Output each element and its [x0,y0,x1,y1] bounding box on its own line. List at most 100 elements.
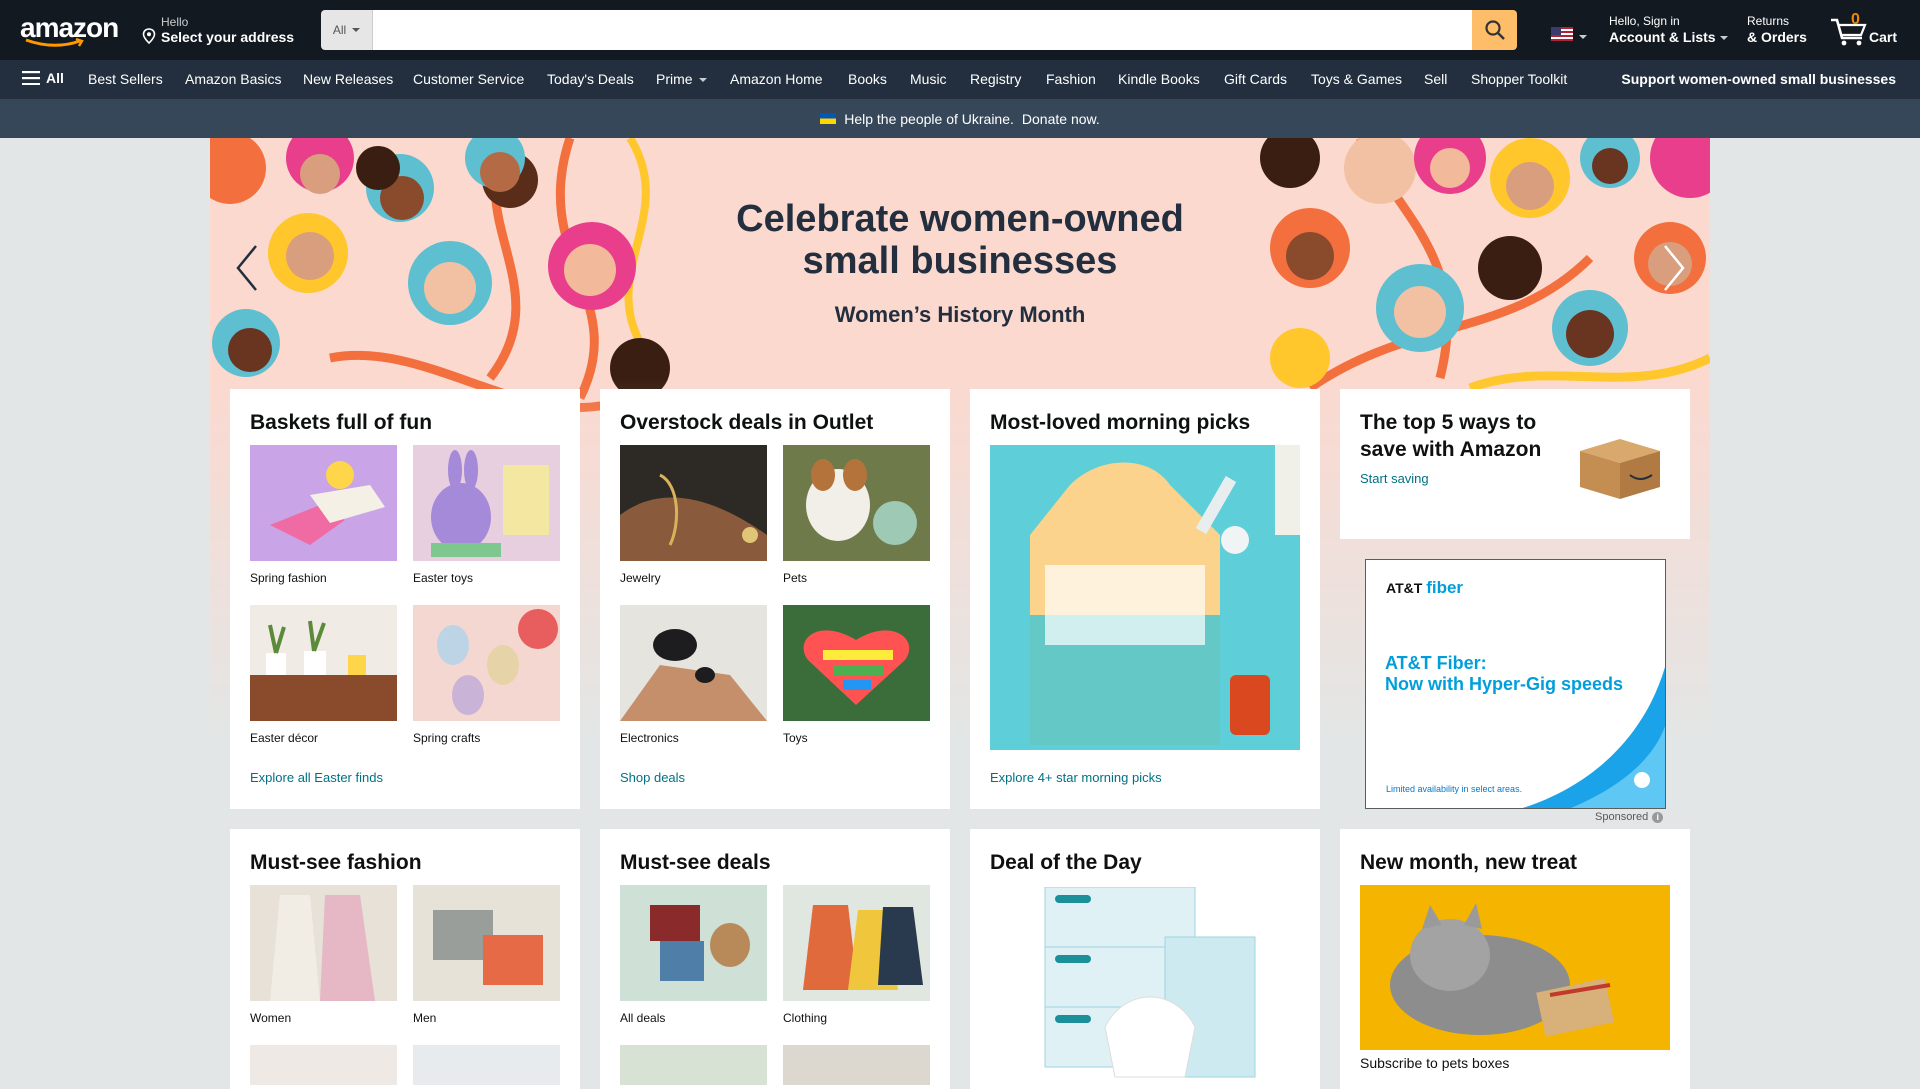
pets-box-caption[interactable]: Subscribe to pets boxes [1360,1055,1509,1071]
nav-gift-cards[interactable]: Gift Cards [1224,71,1287,87]
fashion-partial-image [250,1045,560,1085]
nav-kindle-books[interactable]: Kindle Books [1118,71,1200,87]
nav-books[interactable]: Books [848,71,887,87]
morning-picks-image[interactable] [990,445,1300,750]
language-chevron-icon[interactable] [1579,35,1587,39]
tile-spring-crafts[interactable]: Spring crafts [413,605,560,745]
tile-caption: Electronics [620,731,679,745]
tile-men[interactable]: Men [413,885,560,1025]
tile-spring-fashion[interactable]: Spring fashion [250,445,397,585]
spring-crafts-image [413,605,560,721]
hero-title-line2: small businesses [802,240,1118,282]
search-category-dropdown[interactable]: All [321,10,373,50]
kitten-image[interactable] [1360,885,1670,1050]
ukraine-flag-icon [820,113,837,124]
card-title: Overstock deals in Outlet [620,411,874,434]
tile-easter-decor[interactable]: Easter décor [250,605,397,745]
chevron-down-icon [352,28,361,32]
nav-prime-label: Prime [656,71,693,87]
card-new-month-treat: New month, new treat Subscribe to pets b… [1340,829,1690,1089]
nav-registry[interactable]: Registry [970,71,1021,87]
nav-fashion[interactable]: Fashion [1046,71,1096,87]
tile-pets[interactable]: Pets [783,445,930,585]
search-button[interactable] [1472,10,1517,50]
electronics-image [620,605,767,721]
location-pin-icon [142,28,156,44]
smile-icon [25,38,84,47]
cart-icon [1831,18,1867,46]
deliver-greeting: Hello [161,15,189,29]
nav-shopper-toolkit[interactable]: Shopper Toolkit [1471,71,1567,87]
sponsored-label[interactable]: Sponsored i [1595,811,1664,823]
hero-title: Celebrate women-owned small businesses [210,198,1710,282]
sponsored-text: Sponsored [1595,811,1649,823]
tile-women[interactable]: Women [250,885,397,1025]
cart-count: 0 [1851,11,1860,28]
tile-caption: All deals [620,1011,666,1025]
all-label: All [46,70,64,86]
ukraine-banner: Help the people of Ukraine. Donate now. [0,99,1920,138]
card-link[interactable]: Explore 4+ star morning picks [990,770,1162,785]
tile-caption: Clothing [783,1011,828,1025]
all-menu-button[interactable]: All [22,70,64,86]
returns-orders[interactable]: Returns & Orders [1747,14,1807,45]
search-input[interactable] [373,10,1472,50]
card-deal-of-the-day[interactable]: Deal of the Day [970,829,1320,1089]
tile-electronics[interactable]: Electronics [620,605,767,745]
box-image [1580,439,1660,499]
info-icon: i [1652,811,1664,823]
cart-button[interactable]: 0 Cart [1829,11,1909,48]
nav-best-sellers[interactable]: Best Sellers [88,71,163,87]
card-title: Most-loved morning picks [990,411,1251,434]
tile-caption: Easter décor [250,731,319,745]
card-save-with-amazon: The top 5 ways to save with Amazon Start … [1340,389,1690,539]
clothing-image [783,885,930,1001]
account-greeting: Hello, Sign in [1609,14,1680,28]
nav-amazon-home[interactable]: Amazon Home [730,71,823,87]
nav-prime[interactable]: Prime [656,71,707,87]
nav-customer-service[interactable]: Customer Service [413,71,524,87]
deliver-to-address[interactable]: Hello Select your address [142,14,302,48]
card-link[interactable]: Explore all Easter finds [250,770,383,785]
tile-clothing[interactable]: Clothing [783,885,930,1025]
nav-promo-link[interactable]: Support women-owned small businesses [1621,71,1896,87]
nav-toys-games[interactable]: Toys & Games [1311,71,1402,87]
nav-sell[interactable]: Sell [1424,71,1447,87]
tile-caption: Men [413,1011,437,1025]
chevron-down-icon [698,78,707,83]
spring-fashion-image [250,445,397,561]
donate-link[interactable]: Donate now. [1022,111,1100,127]
search-icon [1484,20,1505,40]
card-title: Deal of the Day [990,851,1142,874]
start-saving-link[interactable]: Start saving [1360,471,1429,486]
tile-caption: Easter toys [413,571,474,585]
secondary-nav: All Best Sellers Amazon Basics New Relea… [0,60,1920,99]
nav-todays-deals[interactable]: Today's Deals [547,71,634,87]
card-overstock: Overstock deals in Outlet Jewelry Pets E… [600,389,950,809]
nav-amazon-basics[interactable]: Amazon Basics [185,71,281,87]
card-link[interactable]: Shop deals [620,770,685,785]
tile-caption: Jewelry [620,571,661,585]
account-lists[interactable]: Hello, Sign in Account & Lists [1609,14,1728,45]
nav-music[interactable]: Music [910,71,947,87]
card-morning-picks: Most-loved morning picks Explore 4+ star… [970,389,1320,809]
ukraine-text: Help the people of Ukraine. [844,110,1014,127]
tile-caption: Women [250,1011,292,1025]
carousel-prev-icon[interactable] [228,238,268,298]
tile-all-deals[interactable]: All deals [620,885,767,1025]
carousel-next-icon[interactable] [1653,238,1693,298]
cart-label: Cart [1869,29,1898,45]
returns-label: Returns [1747,14,1790,28]
amazon-logo[interactable]: amazon [20,12,120,48]
tile-easter-toys[interactable]: Easter toys [413,445,560,585]
us-flag-icon[interactable] [1551,27,1573,41]
tile-toys[interactable]: Toys [783,605,930,745]
deals-partial-image [620,1045,930,1085]
hamburger-icon [22,71,40,85]
pets-image [783,445,930,561]
nav-new-releases[interactable]: New Releases [303,71,393,87]
att-ad[interactable]: AT&T fiber AT&T Fiber: Now with Hyper-Gig… [1365,559,1666,809]
all-deals-image [620,885,767,1001]
tile-jewelry[interactable]: Jewelry [620,445,767,585]
orders-label: & Orders [1747,29,1807,45]
